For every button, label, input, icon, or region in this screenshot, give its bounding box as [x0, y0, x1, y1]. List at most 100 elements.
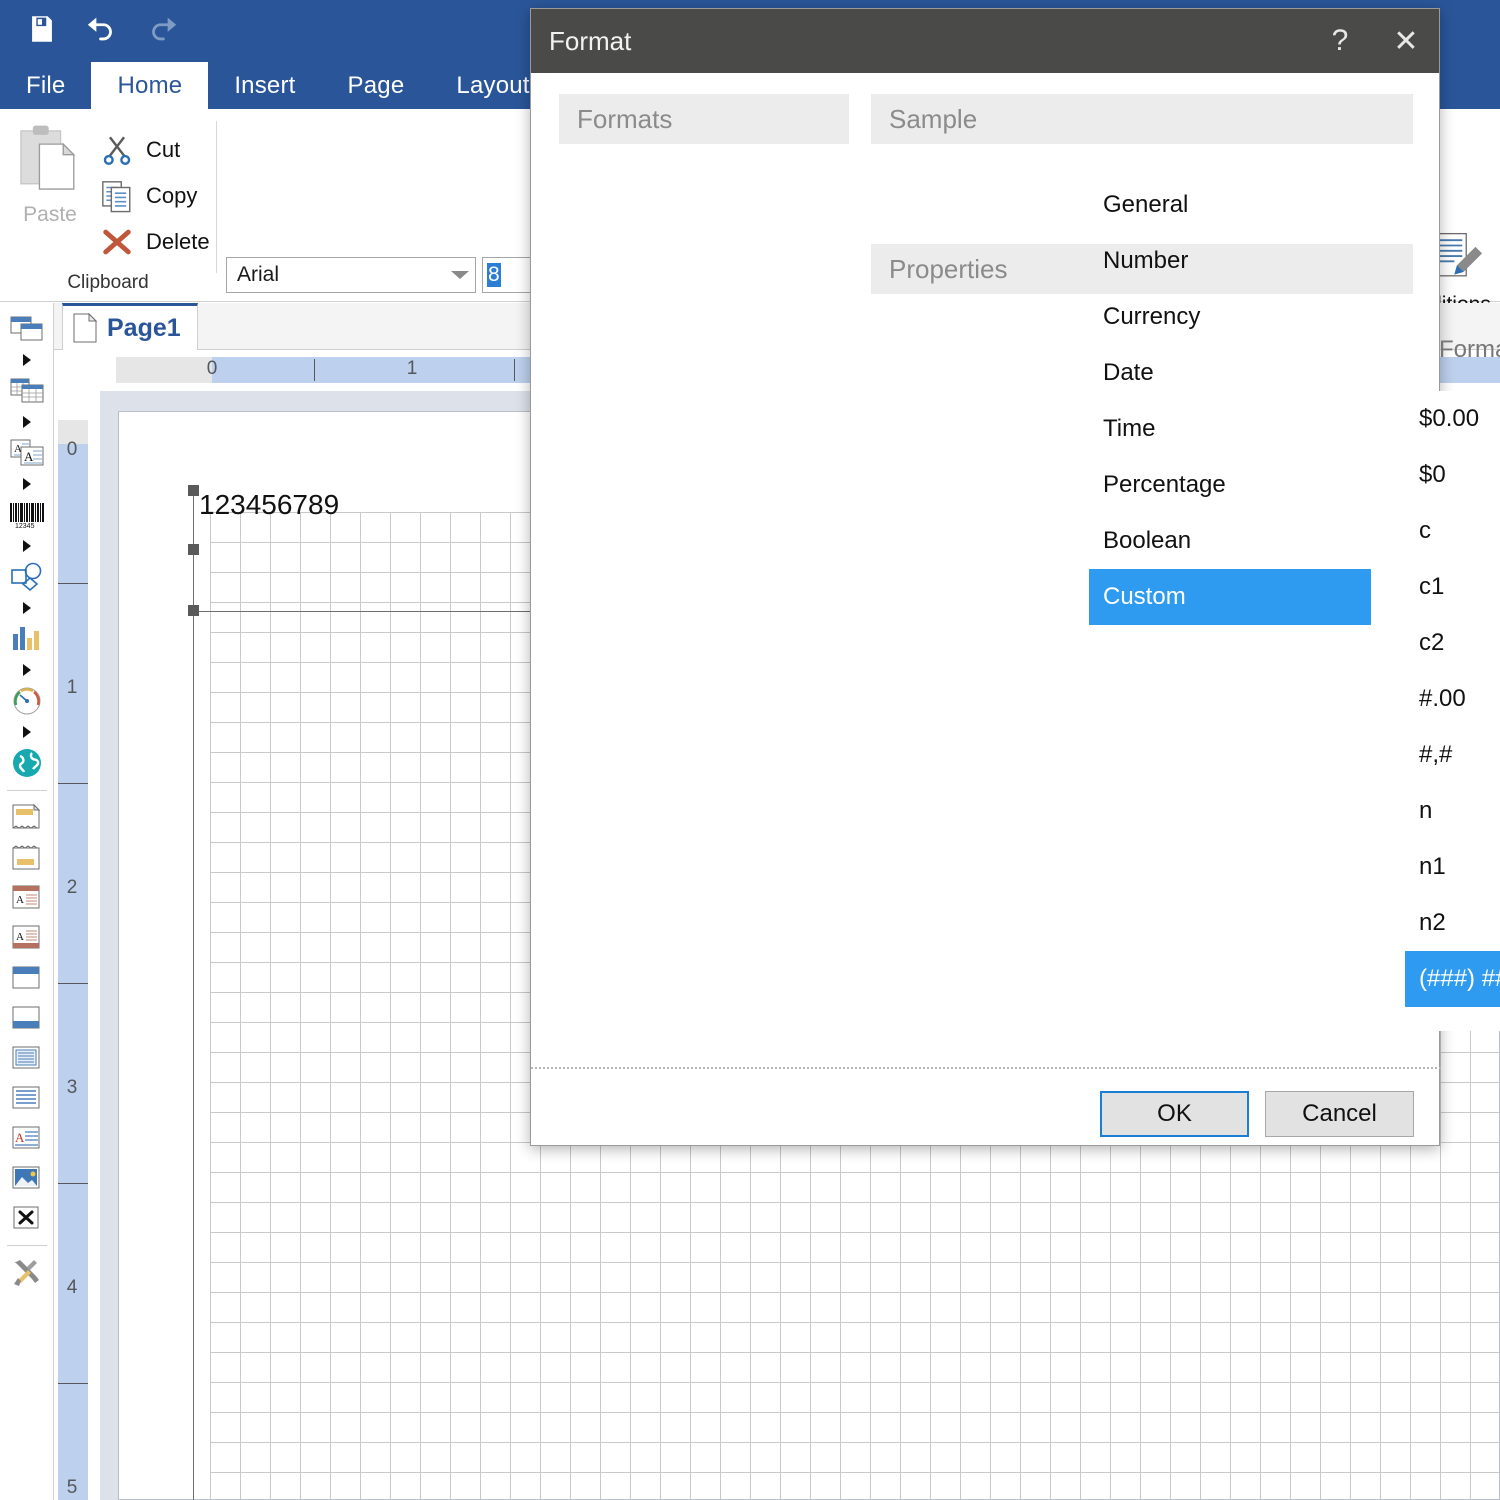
- copy-button[interactable]: Copy: [100, 179, 197, 213]
- paste-button[interactable]: Paste: [12, 123, 88, 241]
- text-blocks-icon[interactable]: AA: [5, 433, 49, 473]
- barcode-icon[interactable]: 12345: [5, 495, 49, 535]
- format-category-number[interactable]: Number: [1089, 233, 1371, 289]
- format-category-label: Number: [1103, 247, 1189, 274]
- page-tab-page1[interactable]: Page1: [62, 303, 198, 350]
- shapes-icon[interactable]: [5, 557, 49, 597]
- mask-preset-item[interactable]: #.00: [1405, 671, 1500, 727]
- mask-preset-item[interactable]: c1: [1405, 559, 1500, 615]
- expand-arrow-icon[interactable]: [5, 535, 49, 557]
- format-category-time[interactable]: Time: [1089, 401, 1371, 457]
- tab-insert[interactable]: Insert: [208, 62, 321, 109]
- rich-text-icon[interactable]: A: [5, 1118, 49, 1158]
- mask-preset-label: n: [1419, 797, 1433, 824]
- scissors-icon: [103, 136, 131, 165]
- expand-arrow-icon[interactable]: [5, 411, 49, 433]
- tab-home-label: Home: [117, 71, 183, 99]
- cut-button[interactable]: Cut: [100, 133, 180, 167]
- page-footer-band-icon[interactable]: [5, 838, 49, 878]
- map-globe-icon[interactable]: [5, 743, 49, 783]
- group-footer-icon[interactable]: [5, 998, 49, 1038]
- chart-icon[interactable]: [5, 619, 49, 659]
- format-category-custom[interactable]: Custom: [1089, 569, 1371, 625]
- copy-icon: [102, 181, 131, 213]
- format-category-label: Date: [1103, 359, 1154, 386]
- dialog-titlebar[interactable]: Format ? ✕: [531, 9, 1439, 73]
- mask-preset-item[interactable]: n2: [1405, 895, 1500, 951]
- gauge-icon[interactable]: [5, 681, 49, 721]
- chevron-down-icon[interactable]: [451, 270, 469, 280]
- vruler-tick-mark: [58, 783, 88, 784]
- undo-icon[interactable]: [82, 8, 122, 50]
- mask-preset-label: (###) ### - ####: [1419, 965, 1500, 992]
- detail-band-icon[interactable]: [5, 1038, 49, 1078]
- format-category-currency[interactable]: Currency: [1089, 289, 1371, 345]
- toolbar-divider: [6, 790, 47, 791]
- paste-label: Paste: [23, 203, 77, 226]
- element-text: 123456789: [199, 489, 340, 520]
- vruler-tick-4: 4: [66, 1277, 78, 1298]
- resize-handle[interactable]: [188, 485, 199, 496]
- mask-preset-item[interactable]: n: [1405, 783, 1500, 839]
- format-category-boolean[interactable]: Boolean: [1089, 513, 1371, 569]
- group-header-icon[interactable]: [5, 958, 49, 998]
- mask-preset-list[interactable]: $0.00 $0 c c1 c2 #.00 #,# n n1 n2 (###) …: [1405, 391, 1500, 1031]
- format-category-label: Currency: [1103, 303, 1201, 330]
- tab-home[interactable]: Home: [91, 62, 209, 109]
- vertical-ruler[interactable]: 0 1 2 3 4 5: [58, 420, 88, 1500]
- vruler-tick-5: 5: [66, 1477, 78, 1498]
- resize-handle[interactable]: [188, 544, 199, 555]
- vruler-tick-mark: [58, 1383, 88, 1384]
- format-category-general[interactable]: General: [1089, 177, 1371, 233]
- save-icon[interactable]: [22, 8, 62, 50]
- resize-handle[interactable]: [188, 605, 199, 616]
- mask-preset-item[interactable]: c2: [1405, 615, 1500, 671]
- mask-preset-item[interactable]: $0: [1405, 447, 1500, 503]
- delete-button[interactable]: Delete: [100, 225, 210, 259]
- format-category-label: Custom: [1103, 583, 1186, 610]
- format-category-label: Time: [1103, 415, 1156, 442]
- mask-preset-item[interactable]: n1: [1405, 839, 1500, 895]
- format-category-date[interactable]: Date: [1089, 345, 1371, 401]
- expand-arrow-icon[interactable]: [5, 473, 49, 495]
- report-bands-icon[interactable]: [5, 309, 49, 349]
- mask-preset-label: c2: [1419, 629, 1445, 656]
- element-left-border: [193, 495, 194, 1500]
- expand-arrow-icon[interactable]: [5, 597, 49, 619]
- cross-band-icon[interactable]: [5, 1198, 49, 1238]
- page-tab-label: Page1: [107, 313, 181, 342]
- sample-section-header: Sample: [871, 94, 1413, 144]
- font-family-combobox[interactable]: Arial: [226, 257, 476, 293]
- redo-icon[interactable]: [142, 8, 182, 50]
- tools-icon[interactable]: [5, 1253, 49, 1293]
- properties-header-label: Properties: [889, 253, 1008, 284]
- ok-label: OK: [1157, 1100, 1192, 1127]
- format-category-list[interactable]: General Number Currency Date Time Percen…: [1089, 177, 1371, 625]
- picture-icon[interactable]: [5, 1158, 49, 1198]
- mask-preset-item[interactable]: #,#: [1405, 727, 1500, 783]
- format-category-percentage[interactable]: Percentage: [1089, 457, 1371, 513]
- expand-arrow-icon[interactable]: [5, 659, 49, 681]
- vruler-tick-3: 3: [66, 1077, 78, 1098]
- vruler-tick-mark: [58, 583, 88, 584]
- report-footer-icon[interactable]: A: [5, 918, 49, 958]
- tab-file[interactable]: File: [0, 62, 91, 109]
- mask-preset-item-selected[interactable]: (###) ### - ####: [1405, 951, 1500, 1007]
- ok-button[interactable]: OK: [1100, 1091, 1249, 1137]
- report-header-icon[interactable]: A: [5, 878, 49, 918]
- help-icon[interactable]: ?: [1307, 9, 1373, 73]
- tab-page[interactable]: Page: [322, 62, 431, 109]
- expand-arrow-icon[interactable]: [5, 721, 49, 743]
- close-icon[interactable]: ✕: [1373, 9, 1439, 73]
- page-header-band-icon[interactable]: [5, 798, 49, 838]
- vruler-tick-mark: [58, 983, 88, 984]
- cancel-button[interactable]: Cancel: [1265, 1091, 1414, 1137]
- mask-preset-item[interactable]: c: [1405, 503, 1500, 559]
- mask-preset-label: $0: [1419, 461, 1446, 488]
- table-icon[interactable]: [5, 371, 49, 411]
- mask-preset-label: c1: [1419, 573, 1445, 600]
- copy-label: Copy: [146, 183, 198, 208]
- detail-rows-icon[interactable]: [5, 1078, 49, 1118]
- mask-preset-item[interactable]: $0.00: [1405, 391, 1500, 447]
- expand-arrow-icon[interactable]: [5, 349, 49, 371]
